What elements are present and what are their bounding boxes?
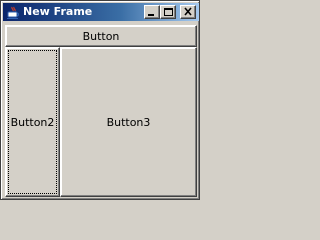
minimize-icon (148, 14, 154, 16)
maximize-icon (164, 8, 173, 16)
minimize-button[interactable] (144, 5, 160, 19)
center-button-label: Button3 (106, 115, 151, 129)
left-button[interactable]: Button2 (5, 47, 60, 197)
center-button[interactable]: Button3 (60, 47, 197, 197)
top-button[interactable]: Button (5, 25, 197, 47)
maximize-button[interactable] (160, 5, 176, 19)
close-button[interactable] (180, 5, 196, 19)
window-title: New Frame (23, 5, 93, 18)
left-button-label: Button2 (10, 115, 55, 129)
title-bar[interactable]: New Frame (3, 3, 199, 21)
java-cup-icon[interactable] (6, 5, 20, 19)
close-icon (184, 7, 192, 16)
app-window: New Frame Button Button2 Button3 (0, 0, 200, 200)
top-button-label: Button (82, 29, 120, 43)
